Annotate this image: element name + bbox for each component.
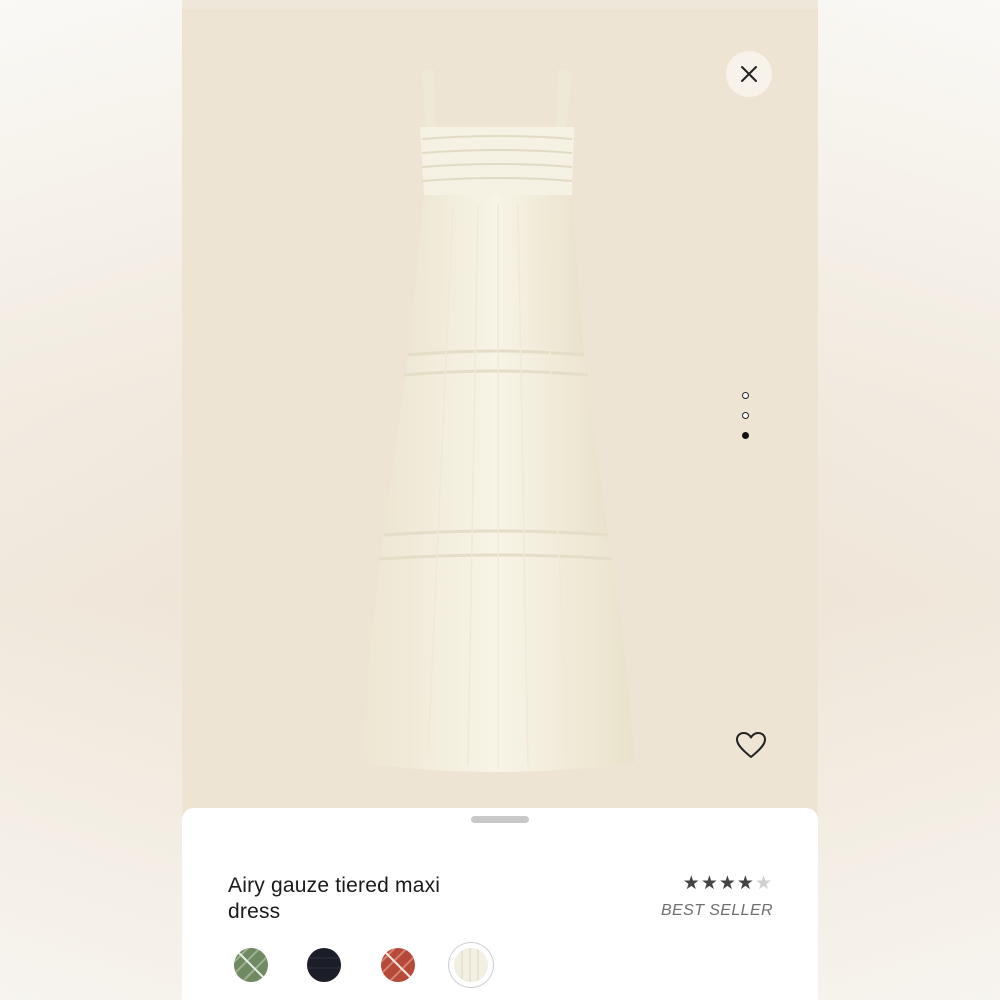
swatch-green-striped[interactable] <box>234 948 268 982</box>
product-info-sheet: Airy gauze tiered maxi dress ★★★★★ BEST … <box>182 808 818 1000</box>
background-left <box>0 0 182 1000</box>
rating-stars[interactable]: ★★★★★ <box>683 872 773 894</box>
close-icon <box>741 66 757 82</box>
sheet-drag-handle[interactable] <box>471 816 529 823</box>
star-empty-icon: ★ <box>754 872 773 894</box>
swatch-red-striped[interactable] <box>381 948 415 982</box>
swatch-ivory[interactable] <box>454 948 488 982</box>
gallery-dot-2[interactable] <box>742 412 749 419</box>
star-icon: ★ <box>700 872 719 894</box>
gallery-dot-1[interactable] <box>742 392 749 399</box>
close-button[interactable] <box>726 51 772 97</box>
gallery-dot-3[interactable] <box>742 432 749 439</box>
heart-outline-icon <box>736 731 766 758</box>
star-icon: ★ <box>682 872 701 894</box>
background-right <box>818 0 1000 1000</box>
product-quickview: Airy gauze tiered maxi dress ★★★★★ BEST … <box>182 9 818 1000</box>
gallery-pagination <box>742 392 754 452</box>
star-icon: ★ <box>736 872 755 894</box>
swatch-black[interactable] <box>307 948 341 982</box>
product-image[interactable] <box>358 65 638 781</box>
wishlist-button[interactable] <box>732 729 770 763</box>
product-title: Airy gauze tiered maxi dress <box>228 874 441 923</box>
star-icon: ★ <box>718 872 737 894</box>
best-seller-badge: BEST SELLER <box>660 902 773 919</box>
